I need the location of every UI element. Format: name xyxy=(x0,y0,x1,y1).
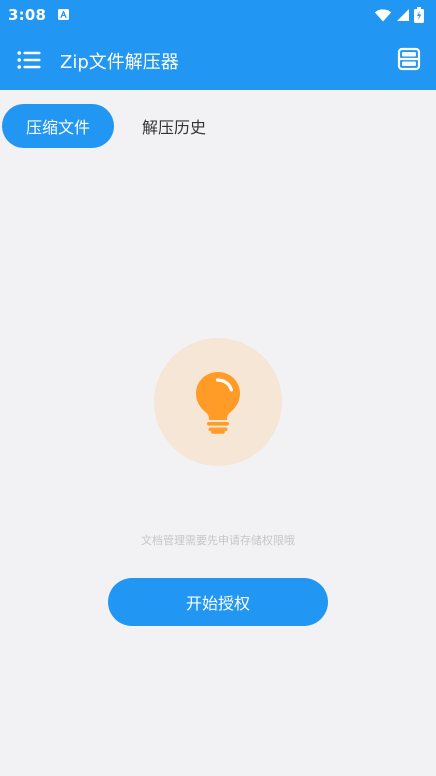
lightbulb-circle xyxy=(154,338,282,466)
signal-icon xyxy=(397,9,409,21)
top-bar: 3:08 Zip文件解压器 xyxy=(0,0,436,90)
layout-icon xyxy=(397,47,421,71)
app-title: Zip文件解压器 xyxy=(60,52,179,73)
grant-permission-button[interactable]: 开始授权 xyxy=(108,578,328,626)
battery-icon xyxy=(414,7,424,23)
tab-extract-history[interactable]: 解压历史 xyxy=(128,104,220,148)
menu-button[interactable] xyxy=(16,48,42,72)
tab-compressed-files[interactable]: 压缩文件 xyxy=(2,104,114,148)
permission-message: 文档管理需要先申请存储权限哦 xyxy=(141,534,295,547)
menu-icon xyxy=(17,51,41,69)
lightbulb-icon xyxy=(196,372,240,434)
status-time: 3:08 xyxy=(8,6,47,24)
status-bar: 3:08 xyxy=(0,0,436,30)
a-icon xyxy=(58,9,69,20)
layout-button[interactable] xyxy=(396,46,422,72)
status-icons xyxy=(374,7,424,23)
wifi-icon xyxy=(374,9,392,22)
app-bar: Zip文件解压器 xyxy=(0,38,436,82)
tabs: 压缩文件 解压历史 xyxy=(0,104,436,148)
